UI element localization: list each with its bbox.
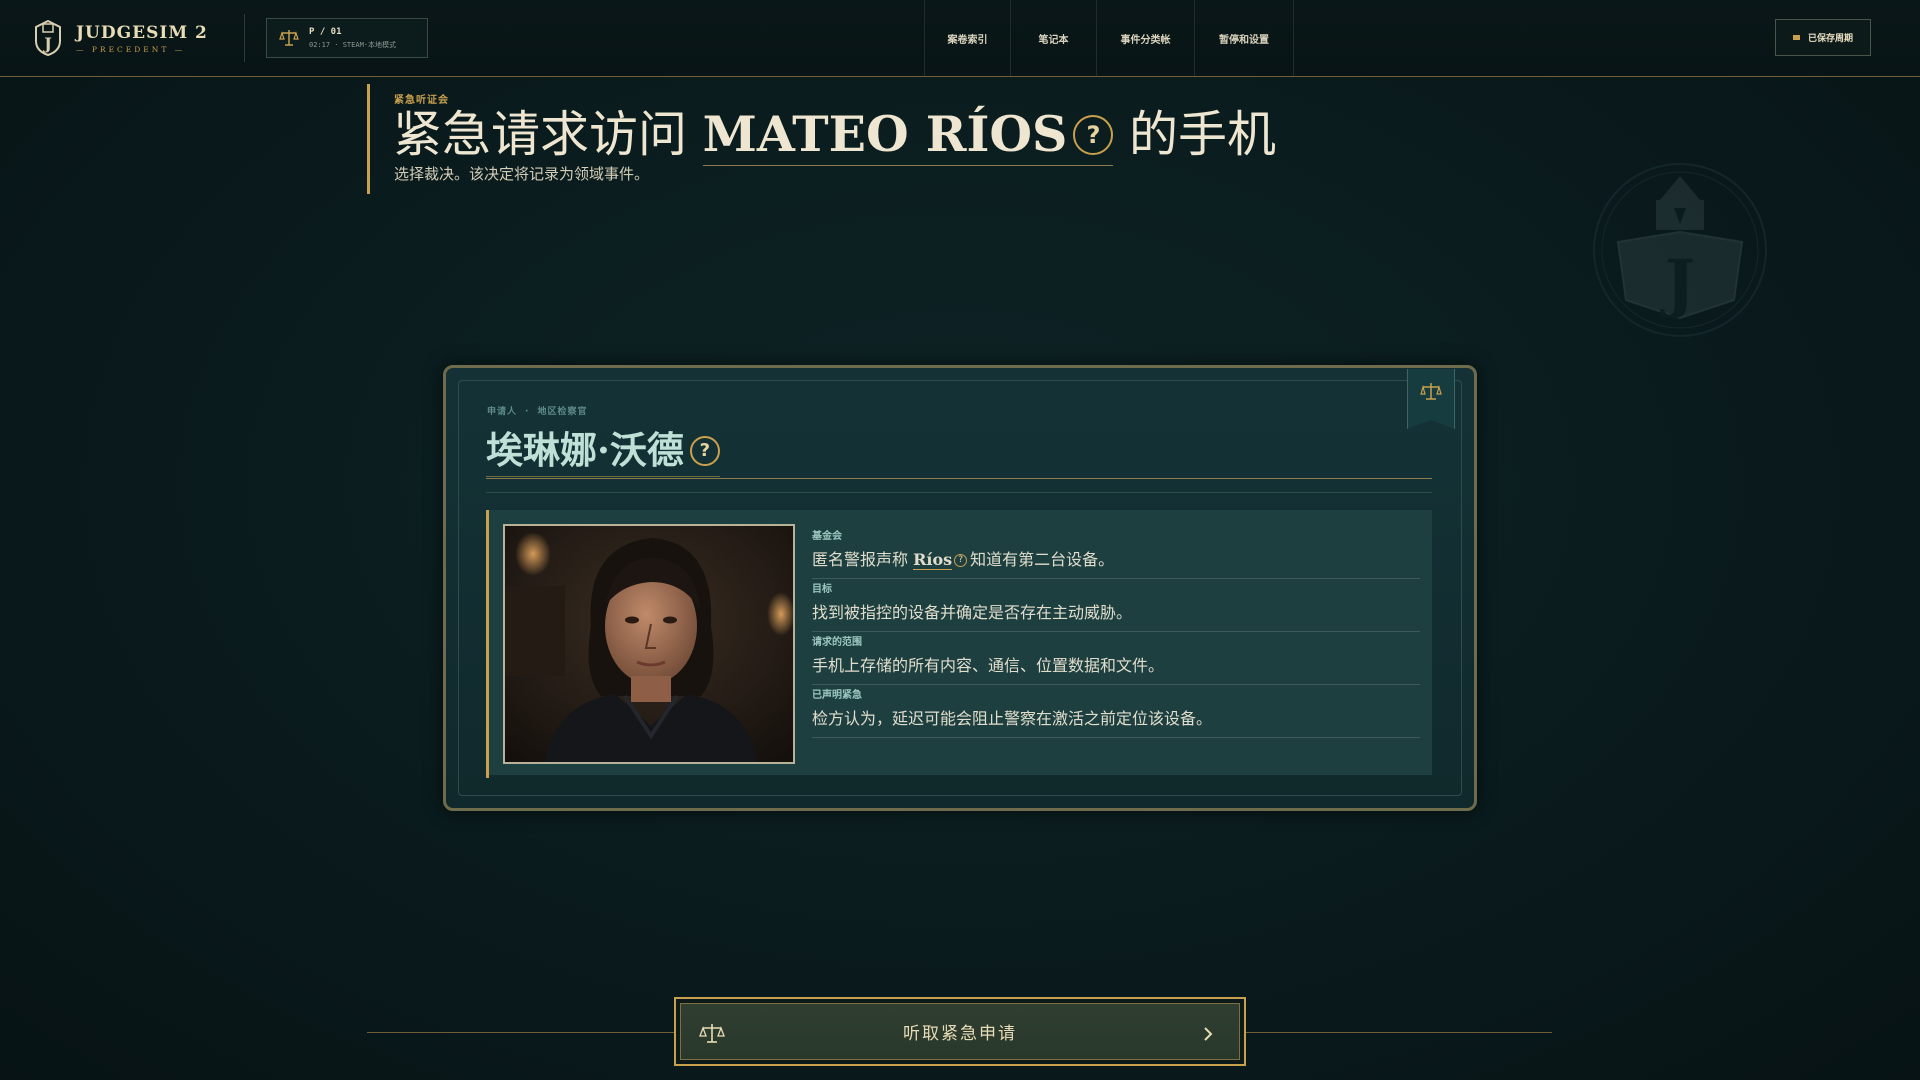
field-label: 基金会 — [812, 531, 842, 542]
field-label: 目标 — [812, 584, 832, 595]
help-icon[interactable]: ? — [689, 435, 720, 466]
scales-icon — [279, 30, 299, 46]
session-id: P / 01 — [309, 26, 342, 37]
save-status-button[interactable]: 已保存周期 — [1775, 19, 1871, 56]
divider — [486, 478, 1432, 479]
divider — [486, 492, 1432, 493]
field-urgency: 已声明紧急 检方认为，延迟可能会阻止警察在激活之前定位该设备。 — [812, 685, 1420, 738]
applicant-portrait — [503, 524, 795, 764]
save-dot-icon — [1792, 35, 1800, 40]
help-icon[interactable]: ? — [954, 554, 968, 567]
card-ribbon — [1407, 369, 1455, 429]
defendant-name-link[interactable]: MATEO RÍOS? — [702, 105, 1114, 166]
scales-icon — [1420, 383, 1442, 400]
field-value: 检方认为，延迟可能会阻止警察在激活之前定位该设备。 — [812, 709, 1213, 728]
request-fields: 基金会 匿名警报声称 Ríos? 知道有第二台设备。 目标 找到被指控的设备并确定… — [812, 526, 1420, 738]
nav-event-ledger[interactable]: 事件分类帐 — [1096, 0, 1194, 76]
portrait-image — [505, 526, 793, 762]
nav-notebook[interactable]: 笔记本 — [1010, 0, 1096, 76]
field-foundation: 基金会 匿名警报声称 Ríos? 知道有第二台设备。 — [812, 526, 1420, 579]
field-value: 匿名警报声称 Ríos? 知道有第二台设备。 — [812, 546, 1420, 570]
title-suffix: 的手机 — [1129, 106, 1277, 163]
nav-case-index[interactable]: 案卷索引 — [924, 0, 1010, 76]
main-nav: 案卷索引 笔记本 事件分类帐 暂停和设置 — [924, 0, 1294, 76]
field-value: 找到被指控的设备并确定是否存在主动威胁。 — [812, 603, 1133, 622]
session-indicator[interactable]: P / 01 02:17 · STEAM·本地模式 — [266, 18, 428, 58]
top-bar: J JUDGESIM 2 — PRECEDENT — P / 01 02:17 … — [0, 0, 1920, 77]
field-value-text: 知道有第二台设备。 — [970, 550, 1115, 569]
header-accent-bar — [367, 84, 370, 194]
app-subtitle: — PRECEDENT — — [76, 44, 186, 54]
save-status-label: 已保存周期 — [1807, 34, 1853, 44]
field-objective: 目标 找到被指控的设备并确定是否存在主动威胁。 — [812, 579, 1420, 632]
field-value: 手机上存储的所有内容、通信、位置数据和文件。 — [812, 656, 1165, 675]
defendant-name-link[interactable]: Ríos — [913, 550, 953, 570]
field-value-text: 匿名警报声称 — [812, 550, 909, 569]
title-prefix: 紧急请求访问 — [393, 106, 688, 163]
app-title: JUDGESIM 2 — [76, 22, 208, 43]
svg-text:J: J — [42, 34, 52, 53]
applicant-name: 埃琳娜·沃德 — [486, 428, 684, 472]
field-label: 已声明紧急 — [812, 690, 862, 701]
chevron-right-icon — [1204, 1027, 1213, 1041]
panel-accent-bar — [486, 510, 489, 778]
help-icon[interactable]: ? — [1073, 114, 1114, 155]
field-label: 请求的范围 — [812, 637, 862, 648]
judgesim-crest-icon: J — [1593, 163, 1767, 337]
session-time: 02:17 · STEAM·本地模式 — [309, 40, 397, 49]
judgesim-crest-icon: J — [35, 19, 61, 57]
defendant-name: MATEO RÍOS — [702, 105, 1068, 163]
applicant-name-link[interactable]: 埃琳娜·沃德? — [486, 420, 720, 477]
divider — [244, 14, 245, 62]
page-title: 紧急请求访问 MATEO RÍOS? 的手机 — [393, 104, 1277, 166]
cta-label: 听取紧急申请 — [903, 1024, 1017, 1044]
brand[interactable]: J JUDGESIM 2 — PRECEDENT — — [32, 18, 208, 58]
meta-separator: · — [525, 407, 530, 417]
field-scope: 请求的范围 手机上存储的所有内容、通信、位置数据和文件。 — [812, 632, 1420, 685]
page-subtitle: 选择裁决。该决定将记录为领域事件。 — [394, 165, 650, 183]
applicant-meta: 申请人 · 地区检察官 — [487, 404, 587, 417]
nav-pause-settings[interactable]: 暂停和设置 — [1194, 0, 1294, 76]
applicant-org: 地区检察官 — [537, 407, 588, 417]
hear-emergency-request-button[interactable]: 听取紧急申请 — [674, 997, 1246, 1066]
applicant-role: 申请人 — [487, 407, 518, 417]
svg-text:J: J — [1660, 246, 1695, 321]
